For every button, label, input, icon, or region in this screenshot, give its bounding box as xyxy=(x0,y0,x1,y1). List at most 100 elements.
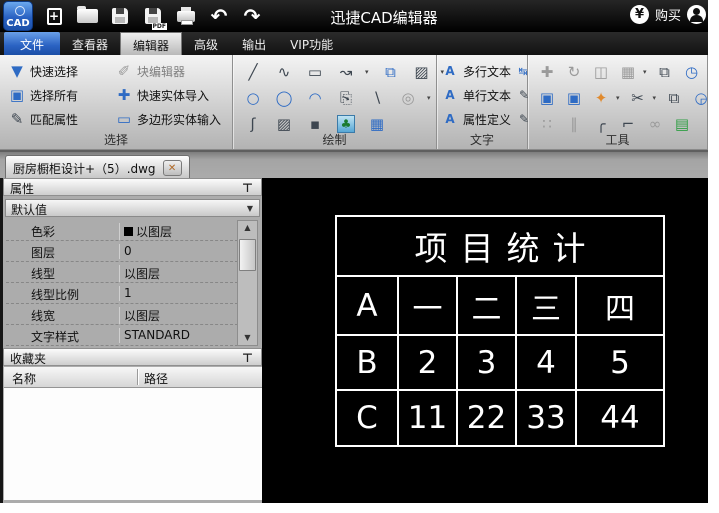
scroll-down-icon[interactable]: ▼ xyxy=(238,331,257,345)
properties-preset-dropdown[interactable]: 默认值 ▼ xyxy=(5,199,260,217)
property-value[interactable]: 0 xyxy=(119,244,132,259)
open-folder-icon xyxy=(76,6,98,23)
quick-select-button[interactable]: ▼ 快速选择 xyxy=(8,59,78,83)
scissors-icon[interactable]: ✂ xyxy=(629,89,647,107)
cad-cell: B xyxy=(337,336,397,389)
line-icon[interactable]: ╱ xyxy=(244,63,262,81)
polygon-input-icon: ▭ xyxy=(116,110,132,128)
spray-icon[interactable]: ✦ xyxy=(592,89,610,107)
sketch-icon[interactable]: ∿ xyxy=(275,63,293,81)
document-tab[interactable]: 厨房橱柜设计+（5）.dwg ✕ xyxy=(5,155,190,180)
scissors-dropdown-icon[interactable]: ▾ xyxy=(653,94,657,102)
select-group-label: 选择 xyxy=(103,133,128,147)
properties-scrollbar[interactable]: ▲ ▼ xyxy=(237,220,258,346)
property-row-lineweight[interactable]: 线宽 以图层 xyxy=(6,304,238,325)
blend-icon[interactable]: ◎ xyxy=(399,89,417,107)
copy-sheet-icon[interactable]: ⎘ xyxy=(337,89,355,107)
rectangle-icon[interactable]: ▭ xyxy=(306,63,324,81)
copy-time2-icon[interactable]: ◶ xyxy=(692,89,710,107)
polyline-dropdown-icon[interactable]: ▾ xyxy=(365,68,369,76)
rotate-icon[interactable]: ↻ xyxy=(565,63,583,81)
app-logo-icon[interactable]: CAD xyxy=(3,1,33,31)
menu-tab-editor[interactable]: 编辑器 xyxy=(120,32,183,55)
favorites-column-name[interactable]: 名称 xyxy=(12,370,36,387)
cad-cell: 22 xyxy=(458,391,515,445)
properties-panel-header: 属性 ⊤ xyxy=(3,178,262,196)
polygon-input-label: 多边形实体输入 xyxy=(137,112,222,127)
property-value[interactable]: 以图层 xyxy=(119,265,160,282)
cad-cell: 44 xyxy=(577,391,663,445)
property-value[interactable]: 以图层 xyxy=(119,307,160,324)
entity-import-icon: ✚ xyxy=(117,86,131,104)
arc-icon[interactable]: ◠ xyxy=(306,89,324,107)
blend-dropdown-icon[interactable]: ▾ xyxy=(427,94,431,102)
menu-tab-advanced[interactable]: 高级 xyxy=(182,32,230,55)
paste-icon[interactable]: ▣ xyxy=(538,89,556,107)
document-tab-title: 厨房橱柜设计+（5）.dwg xyxy=(13,161,156,176)
open-file-button[interactable] xyxy=(75,4,99,28)
copy-entity-icon[interactable]: ⧉ xyxy=(382,63,400,81)
paste-special-icon[interactable]: ▣ xyxy=(565,89,583,107)
scrollbar-thumb[interactable] xyxy=(239,239,256,271)
titlebar-right: ¥ 购买 xyxy=(629,5,706,24)
properties-panel-title: 属性 xyxy=(10,182,35,196)
property-row-linetype[interactable]: 线型 以图层 xyxy=(6,262,238,283)
user-account-icon[interactable] xyxy=(687,5,706,24)
copy-time-icon[interactable]: ◷ xyxy=(683,63,701,81)
polyline-icon[interactable]: ↝ xyxy=(337,63,355,81)
property-label: 线型比例 xyxy=(31,288,80,302)
save-button[interactable] xyxy=(108,4,132,28)
copy-stack2-icon[interactable]: ⧉ xyxy=(665,89,683,107)
menu-tab-output[interactable]: 输出 xyxy=(230,32,278,55)
array-icon[interactable]: ▦ xyxy=(619,63,637,81)
block-editor-label: 块编辑器 xyxy=(137,64,186,79)
ribbon-group-text: A 多行文本 ↹ A 单行文本 ✎ A 属性定义 ✎ 文字 xyxy=(437,55,529,149)
circle-icon[interactable]: ○ xyxy=(244,89,262,107)
property-row-color[interactable]: 色彩 以图层 xyxy=(6,220,238,241)
properties-pin-icon[interactable]: ⊤ xyxy=(242,181,253,195)
cad-cell: A xyxy=(337,277,397,334)
menu-tab-vip[interactable]: VIP功能 xyxy=(278,32,345,55)
drawing-canvas[interactable]: 项目统计 A 一 二 三 四 B 2 3 4 5 C 11 22 33 44 xyxy=(262,178,708,503)
yen-icon[interactable]: ¥ xyxy=(629,5,649,24)
move-icon[interactable]: ✚ xyxy=(538,63,556,81)
mtext-button[interactable]: A 多行文本 ↹ xyxy=(441,59,527,83)
mirror-icon[interactable]: ◫ xyxy=(592,63,610,81)
copy-stack-icon[interactable]: ⧉ xyxy=(656,63,674,81)
match-properties-label: 匹配属性 xyxy=(30,112,79,127)
entity-import-button[interactable]: ✚ 快速实体导入 xyxy=(115,83,221,107)
new-file-button[interactable]: + xyxy=(42,4,66,28)
property-value[interactable]: 以图层 xyxy=(119,223,172,240)
ellipse-icon[interactable]: ◯ xyxy=(275,89,293,107)
single-text-button[interactable]: A 单行文本 ✎ xyxy=(441,83,529,107)
cad-table-drawing: 项目统计 A 一 二 三 四 B 2 3 4 5 C 11 22 33 44 xyxy=(335,215,665,447)
preset-dropdown-arrow-icon[interactable]: ▼ xyxy=(247,204,253,213)
quick-select-label: 快速选择 xyxy=(30,64,79,79)
thick-line-icon[interactable]: ∖ xyxy=(368,89,386,107)
property-value[interactable]: 1 xyxy=(119,286,132,301)
favorites-column-path[interactable]: 路径 xyxy=(144,370,168,387)
attribute-define-button[interactable]: A 属性定义 ✎ xyxy=(441,107,529,131)
favorites-column-headers: 名称 路径 xyxy=(4,367,262,388)
select-all-button[interactable]: ▣ 选择所有 xyxy=(8,83,78,107)
polygon-input-button[interactable]: ▭ 多边形实体输入 xyxy=(115,107,221,131)
wipeout-icon[interactable]: ▨ xyxy=(413,63,431,81)
spray-dropdown-icon[interactable]: ▾ xyxy=(616,94,620,102)
array-dropdown-icon[interactable]: ▾ xyxy=(643,68,647,76)
menu-tab-viewer[interactable]: 查看器 xyxy=(60,32,120,55)
buy-button[interactable]: 购买 xyxy=(655,5,681,24)
property-row-linetype-scale[interactable]: 线型比例 1 xyxy=(6,283,238,304)
scroll-up-icon[interactable]: ▲ xyxy=(238,221,257,235)
favorites-pin-icon[interactable]: ⊤ xyxy=(242,351,253,365)
match-properties-button[interactable]: ✎ 匹配属性 xyxy=(8,107,78,131)
menu-tab-file[interactable]: 文件 xyxy=(4,32,61,55)
favorites-list[interactable] xyxy=(4,388,262,500)
attribute-define-label: 属性定义 xyxy=(463,112,512,127)
property-row-textstyle[interactable]: 文字样式 STANDARD xyxy=(6,325,238,346)
cad-cell: 4 xyxy=(517,336,575,389)
property-value[interactable]: STANDARD xyxy=(119,328,190,343)
block-editor-button[interactable]: ✐ 块编辑器 xyxy=(115,59,221,83)
column-separator[interactable] xyxy=(137,369,138,385)
close-tab-button[interactable]: ✕ xyxy=(162,160,182,176)
property-row-layer[interactable]: 图层 0 xyxy=(6,241,238,262)
